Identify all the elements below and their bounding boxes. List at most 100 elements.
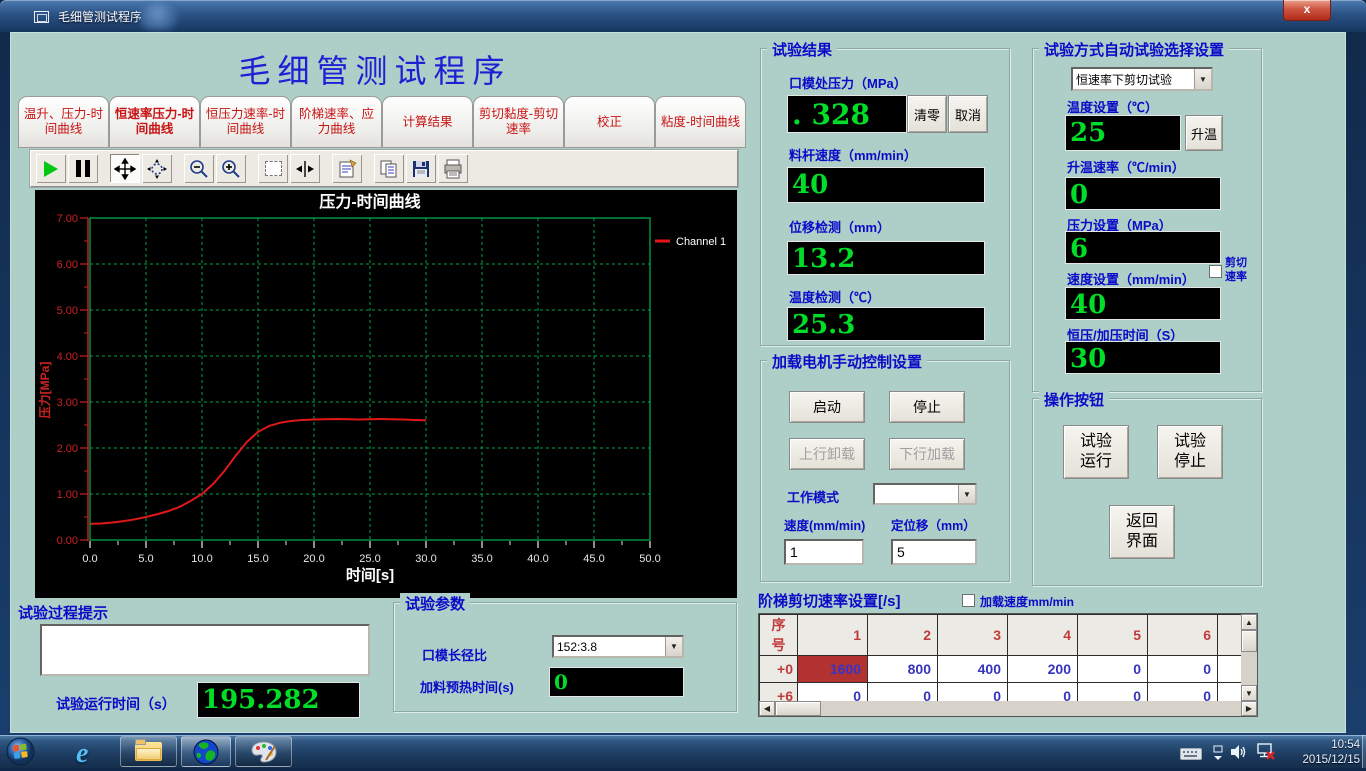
app-taskbar-button[interactable]: [181, 736, 231, 767]
start-button[interactable]: 启动: [789, 391, 865, 423]
start-button[interactable]: [6, 737, 35, 771]
step-rate-table: 序号 1 2 3 4 5 6 +0 1600 800 400 200 0 0 +…: [758, 613, 1258, 717]
tab-const-pressure-rate-time[interactable]: 恒压力速率-时间曲线: [200, 96, 291, 148]
col-header: 4: [1008, 615, 1078, 656]
zoom-out-icon[interactable]: [183, 153, 215, 184]
fixed-displacement-input[interactable]: [891, 539, 977, 565]
manual-speed-input[interactable]: [784, 539, 864, 565]
pan-icon[interactable]: [109, 153, 141, 184]
print-icon[interactable]: [437, 153, 469, 184]
process-hint-box[interactable]: [40, 624, 370, 676]
chart-xlabel: 时间[s]: [346, 566, 394, 584]
volume-icon[interactable]: [1230, 744, 1248, 765]
rect-select-icon[interactable]: [257, 153, 289, 184]
pause-icon[interactable]: [67, 153, 99, 184]
clock-date: 2015/12/15: [1284, 753, 1360, 768]
chart-toolbar: [30, 150, 738, 187]
table-cell[interactable]: [1218, 656, 1243, 683]
col-header: 2: [868, 615, 938, 656]
shear-rate-checkbox[interactable]: [1209, 265, 1222, 278]
save-icon[interactable]: [405, 153, 437, 184]
chevron-down-icon[interactable]: ▼: [665, 637, 682, 656]
tab-calc-results[interactable]: 计算结果: [382, 96, 473, 148]
x-tick-label: 50.0: [639, 553, 660, 565]
window-title: 毛细管测试程序: [58, 8, 142, 25]
scroll-left-icon[interactable]: ◀: [759, 701, 775, 716]
chart-title: 压力-时间曲线: [319, 192, 420, 211]
paint-taskbar-button[interactable]: [235, 736, 292, 767]
scroll-up-icon[interactable]: ▲: [1241, 614, 1257, 630]
table-cell[interactable]: 0: [1078, 656, 1148, 683]
h-scrollbar[interactable]: ◀ ▶: [759, 701, 1257, 716]
load-speed-checkbox-label: 加载速度mm/min: [980, 593, 1074, 610]
up-unload-button[interactable]: 上行卸载: [789, 438, 865, 470]
work-mode-label: 工作模式: [787, 487, 839, 506]
stop-button[interactable]: 停止: [889, 391, 965, 423]
tab-const-rate-pressure-time[interactable]: 恒速率压力-时间曲线: [109, 96, 200, 148]
col-header-empty: [1218, 615, 1243, 656]
keyboard-icon[interactable]: [1180, 747, 1202, 765]
hidden-icons-expander[interactable]: [1212, 745, 1224, 766]
results-group-title: 试验结果: [767, 39, 837, 60]
window-titlebar[interactable]: 毛细管测试程序: [0, 0, 1366, 32]
stop-test-button[interactable]: 试验 停止: [1157, 425, 1223, 479]
tab-viscosity-time[interactable]: 粘度-时间曲线: [655, 96, 746, 148]
ram-speed-label: 料杆速度（mm/min）: [789, 145, 917, 164]
table-cell[interactable]: 200: [1008, 656, 1078, 683]
down-load-button[interactable]: 下行加载: [889, 438, 965, 470]
tray-clock[interactable]: 10:54 2015/12/15: [1284, 738, 1360, 768]
zero-button[interactable]: 清零: [907, 95, 947, 133]
y-tick-label: 2.00: [57, 443, 78, 455]
heat-up-button[interactable]: 升温: [1185, 115, 1223, 151]
aero-glass-reflection: [140, 3, 184, 30]
x-tick-label: 0.0: [82, 553, 97, 565]
network-icon[interactable]: [1256, 743, 1276, 766]
x-tick-label: 25.0: [359, 553, 380, 565]
work-mode-select[interactable]: ▼: [873, 483, 977, 505]
table-header-row: 序号 1 2 3 4 5 6: [760, 615, 1243, 656]
clock-time: 10:54: [1284, 738, 1360, 753]
chevron-down-icon[interactable]: ▼: [958, 485, 975, 503]
h-scroll-thumb[interactable]: [775, 701, 821, 716]
tab-temp-pressure-time[interactable]: 温升、压力-时间曲线: [18, 96, 109, 148]
show-desktop-button[interactable]: [1362, 735, 1366, 768]
load-speed-checkbox[interactable]: [962, 594, 975, 607]
properties-icon[interactable]: [331, 153, 363, 184]
speed-set-label: 速度设置（mm/min）: [1067, 269, 1195, 288]
back-button[interactable]: 返回 界面: [1109, 505, 1175, 559]
tab-calibration[interactable]: 校正: [564, 96, 655, 148]
v-scrollbar[interactable]: ▲ ▼: [1241, 614, 1257, 701]
process-hint-label: 试验过程提示: [18, 602, 108, 623]
explorer-taskbar-button[interactable]: [120, 736, 177, 767]
tab-step-rate-stress[interactable]: 阶梯速率、应力曲线: [291, 96, 382, 148]
zoom-in-icon[interactable]: [215, 153, 247, 184]
table-cell-selected[interactable]: 1600: [798, 656, 868, 683]
y-tick-label: 7.00: [57, 213, 78, 225]
die-ratio-select[interactable]: 152:3.8 ▼: [552, 635, 684, 658]
die-pressure-label: 口模处压力（MPa）: [789, 73, 907, 92]
scroll-down-icon[interactable]: ▼: [1241, 685, 1257, 701]
zoom-axes-icon[interactable]: [141, 153, 173, 184]
table-cell[interactable]: 0: [1148, 656, 1218, 683]
scroll-right-icon[interactable]: ▶: [1241, 701, 1257, 716]
close-button[interactable]: x: [1283, 0, 1331, 21]
taskbar: e 10:54 20: [0, 735, 1366, 768]
play-icon[interactable]: [35, 153, 67, 184]
test-mode-select[interactable]: 恒速率下剪切试验 ▼: [1071, 67, 1213, 91]
cursor-track-icon[interactable]: [289, 153, 321, 184]
chevron-down-icon[interactable]: ▼: [1194, 69, 1211, 89]
x-tick-label: 15.0: [247, 553, 268, 565]
table-cell[interactable]: 400: [938, 656, 1008, 683]
cancel-button[interactable]: 取消: [948, 95, 988, 133]
copy-icon[interactable]: [373, 153, 405, 184]
v-scroll-thumb[interactable]: [1241, 630, 1257, 652]
run-test-button[interactable]: 试验 运行: [1063, 425, 1129, 479]
table-cell[interactable]: 800: [868, 656, 938, 683]
temp-detect-label: 温度检测（℃）: [789, 287, 880, 306]
hold-time-value: 30: [1065, 341, 1221, 374]
internet-explorer-icon[interactable]: e: [76, 738, 106, 766]
row-header: +0: [760, 656, 798, 683]
tab-shear-viscosity-rate[interactable]: 剪切黏度-剪切速率: [473, 96, 564, 148]
col-header: 6: [1148, 615, 1218, 656]
heat-rate-value: 0: [1065, 177, 1221, 210]
